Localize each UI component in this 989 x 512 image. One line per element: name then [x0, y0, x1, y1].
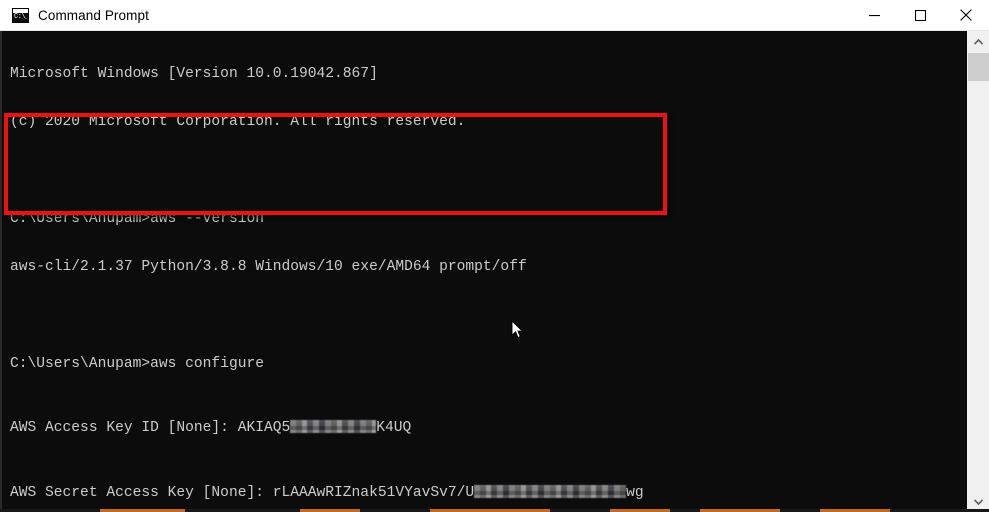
maximize-icon — [914, 9, 926, 21]
console-line-version-output: aws-cli/2.1.37 Python/3.8.8 Windows/10 e… — [10, 259, 527, 276]
console-line: (c) 2020 Microsoft Corporation. All righ… — [10, 114, 466, 131]
close-button[interactable] — [943, 0, 989, 31]
scroll-up-button[interactable] — [968, 31, 989, 52]
console-line: Microsoft Windows [Version 10.0.19042.86… — [10, 66, 378, 83]
access-key-prefix-text: AWS Access Key ID [None]: AKIAQ5 — [10, 420, 291, 437]
console-line-secret-key: AWS Secret Access Key [None]: rLAAAwRIZn… — [10, 484, 959, 501]
secret-key-prefix-text: AWS Secret Access Key [None]: rLAAAwRIZn… — [10, 484, 475, 501]
console-text: Microsoft Windows [Version 10.0.19042.86… — [10, 34, 959, 510]
title-bar[interactable]: C:\_ Command Prompt — [0, 0, 989, 31]
minimize-button[interactable] — [851, 0, 897, 31]
command-prompt-window: C:\_ Command Prompt — [0, 0, 989, 512]
console-line-access-key: AWS Access Key ID [None]: AKIAQ5 K4UQ — [10, 420, 959, 436]
command-prompt-icon: C:\_ — [12, 7, 29, 23]
scroll-down-icon — [974, 498, 983, 505]
secret-key-suffix-text: wg — [626, 484, 644, 501]
close-icon — [960, 9, 972, 21]
title-bar-left: C:\_ Command Prompt — [0, 7, 851, 23]
secret-key-redaction — [474, 484, 627, 498]
access-key-redaction — [290, 420, 377, 434]
window-controls — [851, 0, 989, 31]
scrollbar-thumb[interactable] — [968, 53, 989, 81]
console-line-command-version: C:\Users\Anupam>aws --version — [10, 211, 264, 228]
access-key-suffix-text: K4UQ — [376, 420, 412, 437]
command-prompt-icon-glyph: C:\_ — [14, 12, 27, 21]
maximize-button[interactable] — [897, 0, 943, 31]
console-line-command-configure: C:\Users\Anupam>aws configure — [10, 355, 264, 372]
minimize-icon — [868, 14, 880, 16]
vertical-scrollbar[interactable] — [967, 31, 989, 510]
console-output-area[interactable]: Microsoft Windows [Version 10.0.19042.86… — [0, 31, 989, 512]
scroll-up-icon — [974, 38, 983, 45]
window-title: Command Prompt — [38, 7, 149, 23]
